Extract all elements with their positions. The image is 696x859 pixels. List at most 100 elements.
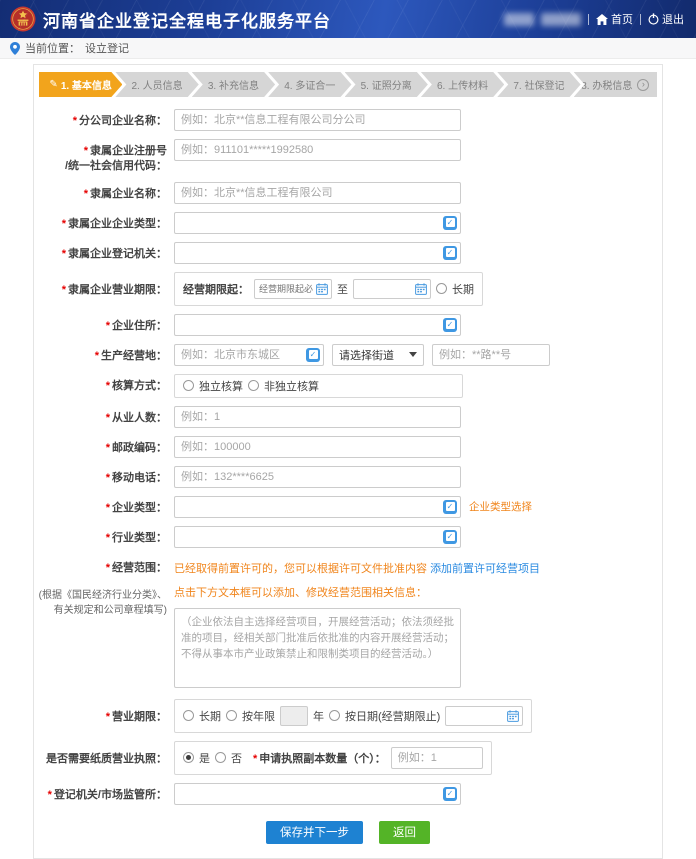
step-wizard: ✎ 1. 基本信息 2. 人员信息 3. 补充信息 4. 多证合一 5. 证照分… — [39, 72, 657, 97]
industry-type-input[interactable] — [174, 526, 461, 548]
parent-credit-code-input[interactable] — [174, 139, 461, 161]
required-mark: * — [73, 115, 77, 127]
address-detail-input[interactable] — [432, 344, 550, 366]
field-label: *行业类型： — [37, 526, 167, 546]
parent-name-input[interactable] — [174, 182, 461, 204]
picker-icon[interactable]: ✓ — [443, 787, 457, 801]
required-mark: * — [106, 502, 110, 514]
field-row: *隶属企业注册号 /统一社会信用代码： — [37, 139, 659, 174]
field-row: *企业类型： ✓ 企业类型选择 — [37, 496, 659, 518]
street-select-value: 请选择街道 — [339, 347, 394, 363]
independent-accounting-label: 独立核算 — [199, 378, 243, 394]
term-long-radio[interactable] — [183, 710, 194, 721]
paper-license-no-radio[interactable] — [215, 752, 226, 763]
registry-authority-input[interactable] — [174, 783, 461, 805]
calendar-icon[interactable] — [507, 710, 519, 722]
breadcrumb-prefix: 当前位置： — [25, 40, 80, 56]
field-row: *隶属企业企业类型： ✓ — [37, 212, 659, 234]
term-by-years-radio[interactable] — [226, 710, 237, 721]
step-tab-license-separation[interactable]: 5. 证照分离 — [345, 72, 428, 97]
field-label: *邮政编码： — [37, 436, 167, 456]
term-by-date-radio[interactable] — [329, 710, 340, 721]
field-row: *行业类型： ✓ — [37, 526, 659, 548]
picker-icon[interactable]: ✓ — [443, 530, 457, 544]
picker-icon[interactable]: ✓ — [443, 246, 457, 260]
field-label: *隶属企业企业类型： — [37, 212, 167, 232]
step-label: 4. 多证合一 — [284, 77, 335, 92]
field-row: *经营范围： (根据《国民经济行业分类》、有关规定和公司章程填写) 已经取得前置… — [37, 556, 659, 691]
required-mark: * — [84, 188, 88, 200]
license-copies-input[interactable] — [391, 747, 483, 769]
chevron-down-icon — [409, 352, 417, 357]
more-steps-icon[interactable]: › — [637, 79, 649, 91]
required-mark: * — [106, 472, 110, 484]
step-tab-upload-materials[interactable]: 6. 上传材料 — [421, 72, 504, 97]
picker-icon[interactable]: ✓ — [443, 216, 457, 230]
field-row: *企业住所： ✓ — [37, 314, 659, 336]
form-actions: 保存并下一步 返回 — [37, 821, 659, 844]
step-tab-personnel-info[interactable]: 2. 人员信息 — [115, 72, 198, 97]
term-long-label: 长期 — [199, 708, 221, 724]
calendar-icon[interactable] — [316, 283, 328, 295]
required-mark: * — [84, 145, 88, 157]
nav-home-link[interactable]: 首页 — [596, 11, 633, 27]
district-input[interactable] — [174, 344, 324, 366]
scope-hint-2: 点击下方文本框可以添加、修改经营范围相关信息： — [174, 584, 540, 600]
required-mark: * — [106, 711, 110, 723]
required-mark: * — [62, 284, 66, 296]
step-tab-basic-info[interactable]: ✎ 1. 基本信息 — [39, 72, 122, 97]
step-label: 1. 基本信息 — [61, 77, 112, 92]
add-licensed-items-link[interactable]: 添加前置许可经营项目 — [430, 563, 540, 575]
business-scope-textarea[interactable] — [174, 608, 461, 688]
required-mark: * — [95, 350, 99, 362]
non-independent-accounting-radio[interactable] — [248, 380, 259, 391]
term-start-label: 经营期限起： — [183, 281, 249, 297]
picker-icon[interactable]: ✓ — [443, 500, 457, 514]
required-mark: * — [106, 412, 110, 424]
field-label: *核算方式： — [37, 374, 167, 394]
paper-license-yes-radio[interactable] — [183, 752, 194, 763]
step-tab-social-security[interactable]: 7. 社保登记 — [497, 72, 580, 97]
power-icon — [648, 13, 659, 25]
business-term-group: 长期 按年限 年 按日期(经营期限止) — [174, 699, 532, 733]
mobile-phone-input[interactable] — [174, 466, 461, 488]
picker-icon[interactable]: ✓ — [306, 348, 320, 362]
field-label: *生产经营地： — [37, 344, 167, 364]
company-type-select-link[interactable]: 企业类型选择 — [469, 499, 532, 514]
field-row: *隶属企业登记机关： ✓ — [37, 242, 659, 264]
term-by-years-label: 按年限 — [242, 708, 275, 724]
parent-authority-input[interactable] — [174, 242, 461, 264]
employee-count-input[interactable] — [174, 406, 461, 428]
company-address-input[interactable] — [174, 314, 461, 336]
back-button[interactable]: 返回 — [379, 821, 430, 844]
redacted-username — [504, 13, 534, 26]
independent-accounting-radio[interactable] — [183, 380, 194, 391]
parent-term-long-radio[interactable] — [436, 283, 447, 294]
postcode-input[interactable] — [174, 436, 461, 458]
field-label: *隶属企业注册号 /统一社会信用代码： — [37, 139, 167, 174]
field-label: *隶属企业名称： — [37, 182, 167, 202]
required-mark: * — [106, 562, 110, 574]
form-panel: ✎ 1. 基本信息 2. 人员信息 3. 补充信息 4. 多证合一 5. 证照分… — [33, 64, 663, 859]
step-label: 7. 社保登记 — [513, 77, 564, 92]
accounting-group: 独立核算 非独立核算 — [174, 374, 463, 398]
save-next-button[interactable]: 保存并下一步 — [266, 821, 363, 844]
street-select[interactable]: 请选择街道 — [332, 344, 424, 366]
page-title: 河南省企业登记全程电子化服务平台 — [43, 7, 331, 32]
step-tab-tax-info[interactable]: 8. 办税信息 › — [574, 72, 657, 97]
term-years-input[interactable] — [280, 706, 308, 726]
calendar-icon[interactable] — [415, 283, 427, 295]
branch-name-input[interactable] — [174, 109, 461, 131]
required-mark: * — [62, 218, 66, 230]
step-tab-supplementary-info[interactable]: 3. 补充信息 — [192, 72, 275, 97]
required-mark: * — [48, 789, 52, 801]
parent-type-input[interactable] — [174, 212, 461, 234]
step-tab-multi-certificate[interactable]: 4. 多证合一 — [268, 72, 351, 97]
nav-logout-link[interactable]: 退出 — [648, 11, 684, 27]
field-label: *企业类型： — [37, 496, 167, 516]
term-by-date-label: 按日期(经营期限止) — [345, 708, 440, 724]
company-type-input[interactable] — [174, 496, 461, 518]
picker-icon[interactable]: ✓ — [443, 318, 457, 332]
field-row: *登记机关/市场监管所： ✓ — [37, 783, 659, 805]
parent-term-group: 经营期限起： 至 — [174, 272, 483, 306]
